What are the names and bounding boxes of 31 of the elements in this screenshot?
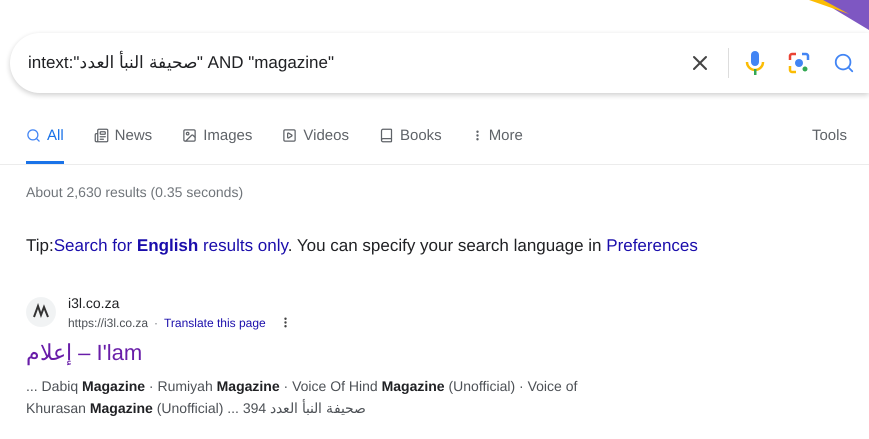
result-title[interactable]: إعلام – I'lam: [26, 336, 869, 368]
tab[interactable]: Books: [378, 124, 442, 164]
english-results-link[interactable]: Search for English results only: [54, 236, 288, 255]
tip-text: Tip:Search for English results only. You can specify your search language in Preferences: [26, 235, 699, 257]
tab[interactable]: News: [94, 124, 152, 164]
result-stats: About 2,630 results (0.35 seconds): [26, 183, 244, 202]
more-icon: [476, 130, 479, 142]
newspaper-icon: [94, 128, 109, 144]
search-query[interactable]: intext:"صحيفة النبأ العدد" AND "magazine": [28, 50, 688, 76]
search-bar[interactable]: intext:"صحيفة النبأ العدد" AND "magazine": [10, 33, 869, 93]
preferences-link[interactable]: Preferences: [606, 236, 698, 255]
tab[interactable]: Videos: [282, 124, 349, 164]
more-icon[interactable]: [284, 317, 287, 328]
tab[interactable]: Images: [182, 124, 252, 164]
book-icon: [378, 128, 394, 144]
tab[interactable]: More: [472, 124, 523, 164]
search-icon: [26, 128, 41, 144]
corner-decoration: [809, 0, 869, 30]
translate-link[interactable]: Translate this page: [164, 314, 266, 332]
result-snippet: ... Dabiq Magazine · Rumiyah Magazine · Voice Of Hind Magazine (Unofficial) · Voice of: [26, 376, 578, 396]
site-name: i3l.co.za: [68, 294, 120, 312]
microphone-icon[interactable]: [745, 50, 765, 76]
tab[interactable]: All: [26, 124, 64, 164]
tools-button[interactable]: Tools: [812, 124, 847, 164]
image-icon: [182, 128, 198, 144]
search-icon[interactable]: [833, 52, 855, 74]
play-icon: [282, 128, 298, 144]
site-favicon: [26, 297, 56, 327]
camera-icon[interactable]: [787, 51, 811, 75]
site-url: https://i3l.co.za: [68, 314, 148, 332]
separator-dot: ·: [154, 314, 158, 332]
